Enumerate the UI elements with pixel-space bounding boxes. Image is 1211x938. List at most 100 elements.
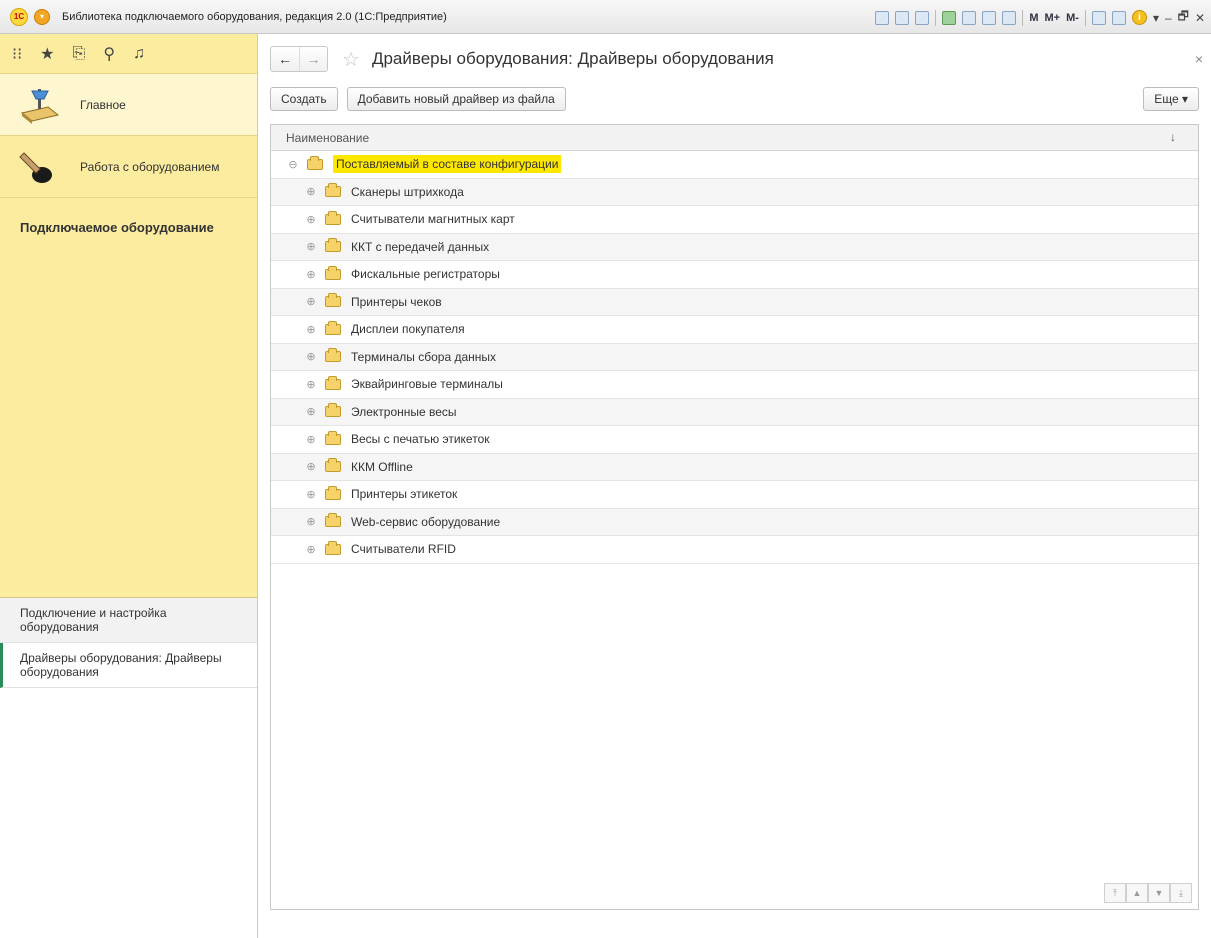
form-header: ← → ☆ Драйверы оборудования: Драйверы об… — [258, 34, 1211, 84]
section-main[interactable]: Главное — [0, 74, 257, 136]
memory-button[interactable]: M — [1029, 12, 1038, 24]
restore-icon[interactable]: 🗗 — [1178, 7, 1189, 28]
expand-icon[interactable]: ⊕ — [305, 460, 317, 473]
folder-icon — [325, 485, 341, 500]
expand-icon[interactable]: ⊕ — [305, 378, 317, 391]
expand-icon[interactable]: ⊕ — [305, 515, 317, 528]
row-name: Весы с печатью этикеток — [351, 432, 490, 447]
more-button[interactable]: Еще ▾ — [1143, 87, 1199, 111]
create-button[interactable]: Создать — [270, 87, 338, 111]
table-row[interactable]: ⊕ Web-сервис оборудование — [271, 508, 1198, 536]
table-row[interactable]: ⊕ ККМ Offline — [271, 453, 1198, 481]
app-logo-icon[interactable]: 1С — [10, 7, 28, 26]
expand-icon[interactable]: ⊕ — [305, 350, 317, 363]
close-icon[interactable]: × — [1195, 51, 1203, 67]
table-header[interactable]: Наименование ↓ — [271, 125, 1198, 151]
folder-icon — [307, 155, 323, 170]
star-icon[interactable]: ★ — [40, 44, 54, 64]
scroll-up-icon[interactable]: ▲ — [1126, 883, 1148, 903]
calculator-icon[interactable] — [982, 10, 997, 25]
panels-icon[interactable] — [1111, 10, 1126, 25]
history-icon[interactable]: ⎘ — [73, 45, 86, 63]
expand-icon[interactable]: ⊕ — [305, 323, 317, 336]
collapse-icon[interactable]: ⊖ — [287, 158, 299, 171]
table-row[interactable]: ⊕ Фискальные регистраторы — [271, 261, 1198, 289]
expand-icon[interactable]: ⊕ — [305, 543, 317, 556]
section-label: Главное — [80, 97, 126, 112]
panel-heading[interactable]: Подключаемое оборудование — [0, 198, 257, 235]
back-arrow-icon[interactable]: ← — [271, 47, 299, 71]
sort-arrow-icon[interactable]: ↓ — [1170, 130, 1176, 144]
folder-icon — [325, 458, 341, 473]
minimize-icon[interactable]: – — [1165, 11, 1172, 25]
bell-icon[interactable]: ♫ — [133, 45, 145, 63]
zoom-icon[interactable] — [1091, 10, 1106, 25]
favorite-star-icon[interactable]: ☆ — [342, 47, 360, 72]
expand-icon[interactable]: ⊕ — [305, 240, 317, 253]
scroll-bottom-icon[interactable]: ⤓ — [1170, 883, 1192, 903]
table-row[interactable]: ⊕ Принтеры чеков — [271, 288, 1198, 316]
folder-icon — [325, 513, 341, 528]
print-icon[interactable] — [895, 10, 910, 25]
table-row[interactable]: ⊕ Электронные весы — [271, 398, 1198, 426]
search-icon[interactable]: ⚲ — [103, 44, 115, 64]
folder-icon — [325, 403, 341, 418]
info-icon[interactable]: i — [1131, 10, 1147, 25]
row-name: Принтеры этикеток — [351, 487, 458, 502]
open-window-item-current[interactable]: Драйверы оборудования: Драйверы оборудов… — [0, 643, 257, 688]
printer-icon[interactable] — [962, 10, 977, 25]
forward-arrow-icon[interactable]: → — [299, 47, 327, 71]
table-row[interactable]: ⊕ Терминалы сбора данных — [271, 343, 1198, 371]
window-titlebar: 1С ▾ Библиотека подключаемого оборудован… — [0, 0, 1211, 34]
table-row[interactable]: ⊕ Принтеры этикеток — [271, 481, 1198, 509]
expand-icon[interactable]: ⊕ — [305, 268, 317, 281]
table-row[interactable]: ⊕ Дисплеи покупателя — [271, 316, 1198, 344]
sidebar: ⁝⁝ ★ ⎘ ⚲ ♫ Главное Работа с оборудование… — [0, 34, 258, 938]
upload-icon[interactable] — [942, 10, 957, 25]
sidebar-panel: Подключаемое оборудование — [0, 198, 257, 598]
row-name: Фискальные регистраторы — [351, 267, 500, 282]
scroll-controls: ⤒ ▲ ▼ ⤓ — [1104, 883, 1192, 903]
dropdown-icon[interactable]: ▾ — [1153, 11, 1159, 25]
main-area: ← → ☆ Драйверы оборудования: Драйверы об… — [258, 34, 1211, 938]
separator — [1084, 9, 1086, 26]
calendar-icon[interactable] — [1002, 10, 1017, 25]
expand-icon[interactable]: ⊕ — [305, 295, 317, 308]
command-bar: Создать Добавить новый драйвер из файла … — [258, 84, 1211, 114]
save-icon[interactable] — [875, 10, 890, 25]
close-window-icon[interactable]: ✕ — [1195, 11, 1205, 25]
table-row-root[interactable]: ⊖ Поставляемый в составе конфигурации — [271, 151, 1198, 179]
separator — [1022, 9, 1024, 26]
table-row[interactable]: ⊕ Считыватели магнитных карт — [271, 206, 1198, 234]
section-label: Работа с оборудованием — [80, 159, 220, 174]
expand-icon[interactable]: ⊕ — [305, 488, 317, 501]
preview-icon[interactable] — [915, 10, 930, 25]
home-desk-icon — [20, 88, 60, 124]
expand-icon[interactable]: ⊕ — [305, 185, 317, 198]
row-name: Web-сервис оборудование — [351, 514, 501, 529]
apps-grid-icon[interactable]: ⁝⁝ — [12, 44, 22, 64]
table-row[interactable]: ⊕ Весы с печатью этикеток — [271, 426, 1198, 454]
section-equipment[interactable]: Работа с оборудованием — [0, 136, 257, 198]
expand-icon[interactable]: ⊕ — [305, 213, 317, 226]
scroll-top-icon[interactable]: ⤒ — [1104, 883, 1126, 903]
expand-icon[interactable]: ⊕ — [305, 405, 317, 418]
column-header-name[interactable]: Наименование — [286, 131, 369, 145]
folder-icon — [325, 265, 341, 280]
table-body: ⊖ Поставляемый в составе конфигурации ⊕ С… — [271, 151, 1198, 564]
open-window-item[interactable]: Подключение и настройка оборудования — [0, 598, 257, 643]
scroll-down-icon[interactable]: ▼ — [1148, 883, 1170, 903]
memory-plus-button[interactable]: M+ — [1045, 12, 1061, 24]
expand-icon[interactable]: ⊕ — [305, 433, 317, 446]
table-row[interactable]: ⊕ Эквайринговые терминалы — [271, 371, 1198, 399]
table-row[interactable]: ⊕ Сканеры штрихкода — [271, 178, 1198, 206]
main-menu-icon[interactable]: ▾ — [34, 8, 50, 25]
table-row[interactable]: ⊕ Считыватели RFID — [271, 536, 1198, 564]
page-title: Драйверы оборудования: Драйверы оборудов… — [371, 49, 774, 68]
add-driver-from-file-button[interactable]: Добавить новый драйвер из файла — [346, 87, 566, 111]
row-name: Электронные весы — [351, 404, 457, 419]
memory-minus-button[interactable]: M- — [1066, 12, 1079, 24]
folder-icon — [325, 430, 341, 445]
folder-icon — [325, 320, 341, 335]
table-row[interactable]: ⊕ ККТ с передачей данных — [271, 233, 1198, 261]
